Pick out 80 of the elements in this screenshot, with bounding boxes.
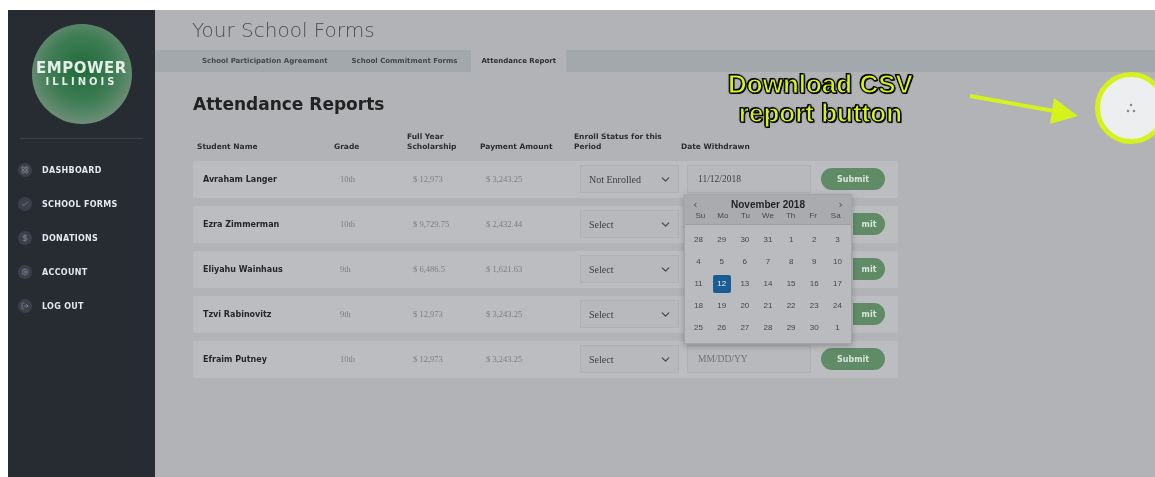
day-button[interactable]: 1 [782, 230, 801, 249]
day-button[interactable]: 29 [712, 230, 731, 249]
student-name: Ezra Zimmerman [203, 219, 281, 229]
day-button[interactable]: 17 [828, 274, 847, 293]
day-button[interactable]: 30 [735, 230, 754, 249]
day-button[interactable]: 16 [805, 274, 824, 293]
day-button[interactable]: 31 [759, 230, 777, 249]
day-button[interactable]: 11 [689, 274, 708, 293]
logo-text: EMPOWER [36, 60, 127, 77]
weekday-label: We [762, 210, 774, 220]
submit-button[interactable]: Submit [821, 348, 885, 370]
section-heading: Attendance Reports [193, 94, 385, 114]
student-name: Efraim Putney [203, 354, 268, 364]
day-button[interactable]: 2 [805, 230, 824, 249]
day-button[interactable]: 30 [805, 318, 824, 337]
day-button[interactable]: 18 [689, 296, 708, 315]
day-button[interactable]: 25 [689, 318, 708, 337]
day-button[interactable]: 6 [735, 252, 754, 271]
status-dropdown[interactable]: Select [580, 255, 679, 283]
nav-item[interactable]: ACCOUNT [8, 255, 155, 289]
nav-item[interactable]: LOG OUT [8, 289, 155, 323]
next-month-button[interactable]: › [834, 197, 847, 211]
day-button[interactable]: 5 [712, 252, 731, 271]
status-dropdown[interactable]: Not Enrolled [580, 165, 679, 193]
date-field[interactable]: MM/DD/YY [687, 345, 811, 373]
day-button[interactable]: 4 [689, 252, 708, 271]
weekday-label: Fr [809, 210, 817, 220]
day-button[interactable]: 7 [759, 252, 777, 271]
weekday-label: Su [695, 210, 706, 220]
day-button[interactable]: 28 [759, 318, 777, 337]
status-dropdown[interactable]: Select [580, 210, 679, 238]
month-label: November 2018 [731, 198, 805, 210]
day-button[interactable]: 13 [735, 274, 754, 293]
day-button[interactable]: 3 [828, 230, 847, 249]
day-button[interactable]: 23 [805, 296, 824, 315]
nav-icon [18, 231, 32, 245]
nav-icon [18, 265, 32, 279]
submit-button[interactable]: mit [853, 303, 885, 325]
nav-item[interactable]: SCHOOL FORMS [8, 187, 155, 221]
nav-item[interactable]: DASHBOARD [8, 153, 155, 187]
day-button[interactable]: 8 [782, 252, 801, 271]
weekday-label: Tu [740, 210, 750, 220]
status-dropdown[interactable]: Select [580, 300, 679, 328]
annotation-text: Download CSV [728, 70, 913, 99]
page-title: Your School Forms [191, 17, 376, 44]
day-button[interactable]: 29 [782, 318, 801, 337]
nav-item[interactable]: DONATIONS [8, 221, 155, 255]
share-icon [1126, 103, 1136, 113]
day-button[interactable]: 26 [712, 318, 731, 337]
weekday-label: Th [785, 210, 796, 220]
submit-button[interactable]: mit [853, 258, 885, 280]
day-button[interactable]: 14 [759, 274, 777, 293]
nav-icon [18, 197, 32, 211]
nav-icon [18, 163, 32, 177]
submit-button[interactable]: Submit [821, 168, 885, 190]
download-csv-button[interactable] [1095, 72, 1155, 144]
day-button[interactable]: 24 [828, 296, 847, 315]
day-button[interactable]: 21 [759, 296, 777, 315]
day-button[interactable]: 10 [828, 252, 847, 271]
day-button[interactable]: 28 [689, 230, 708, 249]
annotation-text: report button [738, 98, 903, 128]
day-button[interactable]: 20 [735, 296, 754, 315]
submit-button[interactable]: mit [853, 213, 885, 235]
weekday-label: Sa [830, 210, 841, 220]
day-button[interactable]: 19 [712, 296, 731, 315]
weekday-label: Mo [717, 210, 729, 220]
logo-text: ILLINOIS [45, 76, 118, 88]
day-button[interactable]: 9 [805, 252, 824, 271]
date-field[interactable]: 11/12/2018 [687, 165, 811, 193]
previous-month-button[interactable]: ‹ [689, 197, 702, 211]
student-name: Eliyahu Wainhaus [203, 264, 284, 274]
student-name: Avraham Langer [203, 174, 278, 184]
day-button[interactable]: 27 [735, 318, 754, 337]
day-button[interactable]: 22 [782, 296, 801, 315]
status-dropdown[interactable]: Select [580, 345, 679, 373]
day-button[interactable]: 15 [782, 274, 801, 293]
student-name: Tzvi Rabinovitz [203, 309, 273, 319]
day-button[interactable]: 1 [828, 318, 847, 337]
nav-icon [18, 299, 32, 313]
day-button[interactable]: 12 [712, 274, 731, 293]
